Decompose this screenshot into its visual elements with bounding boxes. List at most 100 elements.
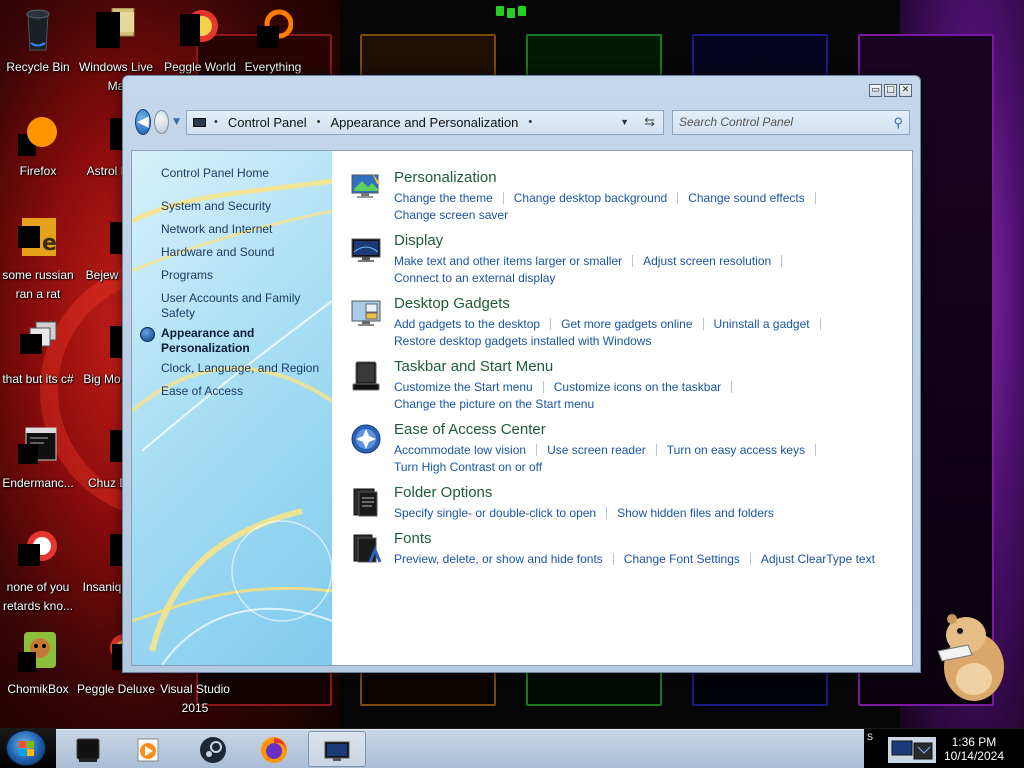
category-title[interactable]: Ease of Access Center [394, 421, 546, 438]
windows-live-icon [96, 8, 135, 48]
nav-hardware-sound[interactable]: Hardware and Sound [161, 245, 326, 260]
russian-app-icon: e [18, 218, 57, 256]
category-title[interactable]: Desktop Gadgets [394, 295, 510, 312]
category-links: Change the theme Change desktop backgroun… [394, 190, 914, 224]
desktop-icon-endermanch[interactable]: Endermanc... [0, 424, 80, 491]
link-high-contrast[interactable]: Turn High Contrast on or off [394, 460, 542, 474]
recycle-bin-icon [26, 9, 50, 51]
windows-logo-icon [19, 741, 34, 756]
desktop-icon-recycle-bin[interactable]: Recycle Bin [0, 8, 80, 75]
desktop-icon-that-but-its-csharp[interactable]: that but its c# [0, 320, 80, 387]
link-customize-start-menu[interactable]: Customize the Start menu [394, 380, 533, 394]
desktop-icon-none-of-you[interactable]: none of you retards kno... [0, 528, 80, 614]
link-customize-taskbar-icons[interactable]: Customize icons on the taskbar [554, 380, 721, 394]
window-controls: ▭ □ ✕ [869, 84, 912, 97]
link-change-font-settings[interactable]: Change Font Settings [624, 552, 740, 566]
desktop-icon-firefox[interactable]: Firefox [0, 112, 80, 179]
link-change-theme[interactable]: Change the theme [394, 191, 493, 205]
peggle-world-icon [180, 10, 218, 46]
link-get-more-gadgets[interactable]: Get more gadgets online [561, 317, 692, 331]
category-title[interactable]: Fonts [394, 530, 432, 547]
display-icon [351, 238, 381, 262]
steam-icon [200, 737, 226, 763]
link-change-sound-effects[interactable]: Change sound effects [688, 191, 805, 205]
gadgets-icon [351, 300, 381, 326]
breadcrumb-separator[interactable]: • [528, 116, 532, 128]
network-tray-icon[interactable] [888, 737, 936, 763]
link-adjust-cleartype[interactable]: Adjust ClearType text [761, 552, 875, 566]
nav-user-accounts[interactable]: User Accounts and Family Safety [161, 291, 311, 321]
refresh-icon[interactable]: ⇆ [644, 114, 655, 130]
link-uninstall-gadget[interactable]: Uninstall a gadget [714, 317, 810, 331]
link-change-screen-saver[interactable]: Change screen saver [394, 208, 508, 222]
control-panel-small-icon [193, 117, 206, 127]
desktop-icon-peggle-world[interactable]: Peggle World [158, 8, 242, 75]
link-turn-on-easy-access-keys[interactable]: Turn on easy access keys [667, 443, 805, 457]
ease-of-access-icon [351, 424, 381, 454]
fonts-icon [353, 534, 382, 563]
search-input[interactable]: Search Control Panel [679, 115, 793, 129]
link-adjust-screen-resolution[interactable]: Adjust screen resolution [643, 254, 771, 268]
search-box[interactable]: Search Control Panel ⚲ [672, 109, 910, 135]
desktop-icon-chomikbox[interactable]: ChomikBox [0, 630, 80, 697]
nav-ease-of-access[interactable]: Ease of Access [161, 384, 326, 399]
taskbar-item-control-panel[interactable] [308, 731, 366, 767]
nav-control-panel-home[interactable]: Control Panel Home [161, 166, 326, 181]
back-button[interactable]: ◀ [135, 109, 152, 135]
wallpaper-green-lights [490, 0, 534, 18]
recent-pages-dropdown-icon[interactable]: ▼ [173, 117, 180, 127]
category-title[interactable]: Display [394, 232, 443, 249]
forward-button[interactable] [154, 110, 170, 134]
current-section-indicator-icon [140, 327, 155, 342]
nav-clock-language-region[interactable]: Clock, Language, and Region [161, 361, 326, 376]
link-accommodate-low-vision[interactable]: Accommodate low vision [394, 443, 526, 457]
link-restore-gadgets[interactable]: Restore desktop gadgets installed with W… [394, 334, 651, 348]
maximize-button[interactable]: □ [884, 84, 897, 97]
link-make-text-larger[interactable]: Make text and other items larger or smal… [394, 254, 622, 268]
desktop-icon-label: Peggle World [164, 60, 236, 74]
taskbar-clock[interactable]: 1:36 PM 10/14/2024 [944, 735, 1004, 763]
window-content: Control Panel Home System and Security N… [131, 150, 913, 666]
red-circle-app-icon [18, 531, 57, 566]
link-show-hidden-files[interactable]: Show hidden files and folders [617, 506, 774, 520]
taskbar-item-terminal[interactable] [60, 731, 116, 767]
breadcrumb-control-panel[interactable]: Control Panel [228, 115, 307, 130]
taskbar-item-firefox[interactable] [246, 731, 302, 767]
desktop-icon-label: Everything [244, 60, 302, 74]
link-add-gadgets[interactable]: Add gadgets to the desktop [394, 317, 540, 331]
nav-appearance-personalization[interactable]: Appearance and Personalization [161, 326, 281, 356]
category-links: Specify single- or double-click to open S… [394, 505, 914, 522]
navigation-bar: ◀ ▼ • Control Panel • Appearance and Per… [135, 108, 910, 136]
link-change-start-picture[interactable]: Change the picture on the Start menu [394, 397, 594, 411]
windows-stack-icon [20, 321, 57, 354]
category-title[interactable]: Personalization [394, 169, 497, 186]
link-preview-fonts[interactable]: Preview, delete, or show and hide fonts [394, 552, 603, 566]
link-change-desktop-background[interactable]: Change desktop background [514, 191, 667, 205]
desktop-icon-label: that but its c# [2, 372, 74, 386]
nav-network-internet[interactable]: Network and Internet [161, 222, 326, 237]
firefox-icon [261, 737, 287, 763]
folder-options-icon [353, 488, 378, 517]
desktop-icon-some-russian[interactable]: e some russian ran a rat [0, 216, 80, 302]
nav-system-security[interactable]: System and Security [161, 199, 326, 214]
address-bar[interactable]: • Control Panel • Appearance and Persona… [186, 109, 664, 135]
firefox-icon [18, 117, 57, 156]
category-links: Add gadgets to the desktop Get more gadge… [394, 316, 914, 350]
taskbar-item-media-player[interactable] [120, 731, 176, 767]
desktop-icon-everything[interactable]: Everything [231, 8, 315, 75]
start-button[interactable] [6, 730, 46, 766]
link-use-screen-reader[interactable]: Use screen reader [547, 443, 646, 457]
category-title[interactable]: Folder Options [394, 484, 492, 501]
desktop-icon-label: Firefox [19, 164, 57, 178]
nav-programs[interactable]: Programs [161, 268, 326, 283]
taskbar-item-steam[interactable] [185, 731, 241, 767]
close-button[interactable]: ✕ [899, 84, 912, 97]
link-single-double-click[interactable]: Specify single- or double-click to open [394, 506, 596, 520]
link-connect-external-display[interactable]: Connect to an external display [394, 271, 555, 285]
address-dropdown-icon[interactable]: ▼ [620, 117, 629, 127]
category-title[interactable]: Taskbar and Start Menu [394, 358, 553, 375]
search-icon[interactable]: ⚲ [893, 115, 903, 131]
minimize-button[interactable]: ▭ [869, 84, 882, 97]
breadcrumb-appearance[interactable]: Appearance and Personalization [331, 115, 519, 130]
desktop-icon-label: Recycle Bin [6, 60, 70, 74]
